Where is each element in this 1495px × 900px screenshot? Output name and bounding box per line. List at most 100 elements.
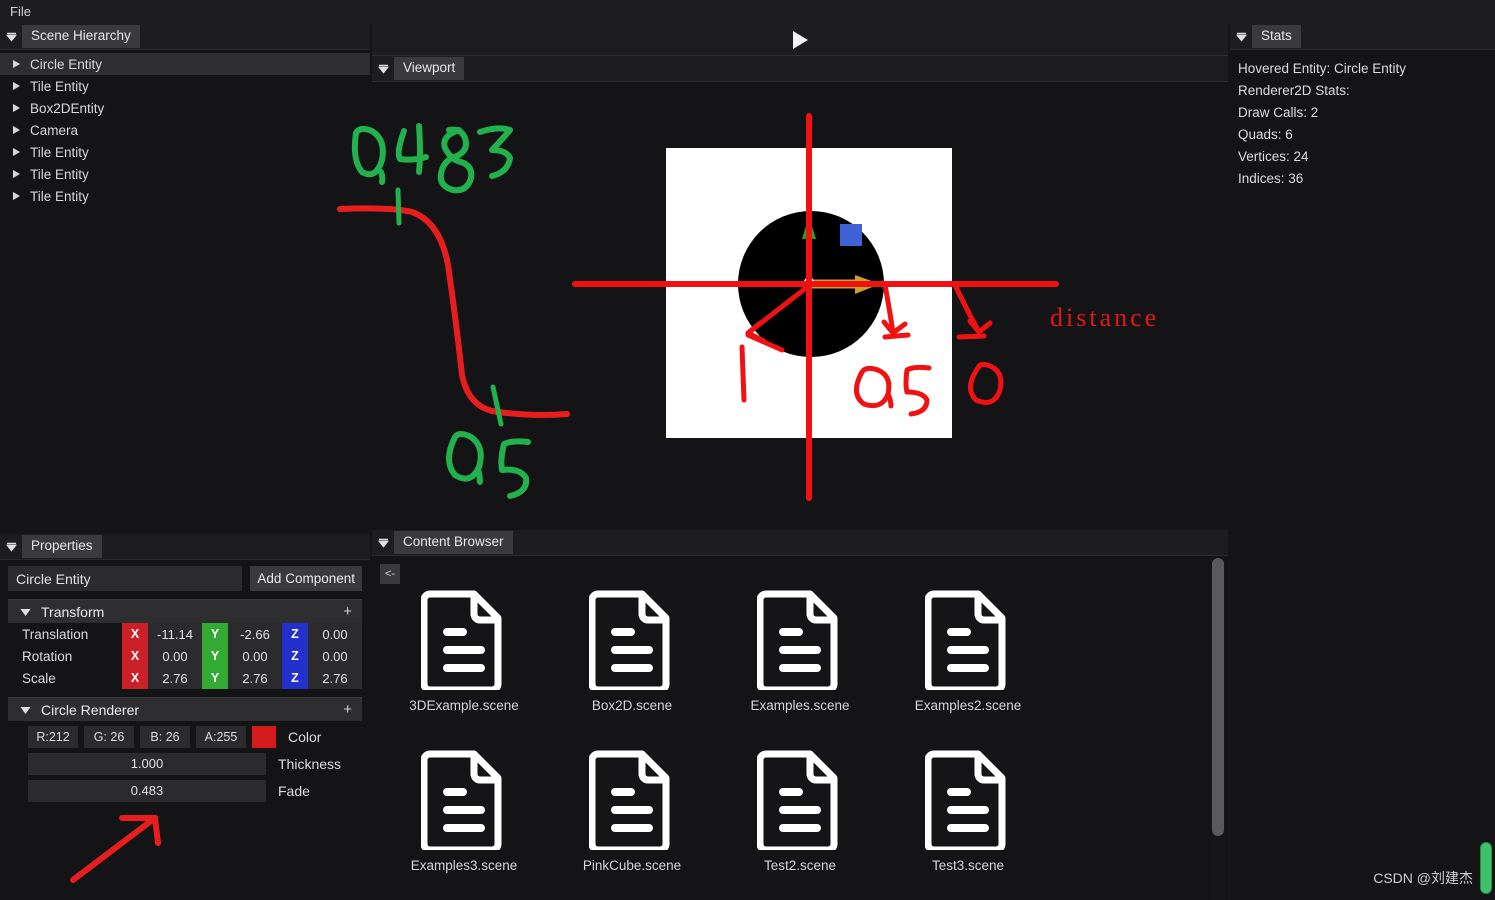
scale-z-value[interactable]: 2.76 xyxy=(308,667,362,689)
triangle-right-icon[interactable] xyxy=(12,125,28,135)
translation-z-value[interactable]: 0.00 xyxy=(308,623,362,645)
stats-header: Stats xyxy=(1230,24,1495,50)
properties-header: Properties xyxy=(0,534,370,560)
caret-down-icon[interactable] xyxy=(372,56,394,82)
scene-item-tile-entity-2[interactable]: Tile Entity xyxy=(0,141,370,163)
thickness-row: 1.000 Thickness xyxy=(8,748,362,775)
content-browser-item[interactable]: Examples.scene xyxy=(716,588,884,748)
triangle-down-icon[interactable] xyxy=(8,604,41,620)
triangle-right-icon[interactable] xyxy=(12,81,28,91)
annotation-distance-label: distance xyxy=(1050,303,1160,332)
content-browser-panel: Content Browser <- 3DExample.scene Box2D… xyxy=(372,530,1228,900)
menu-item-file[interactable]: File xyxy=(0,0,41,24)
stats-indices: Indices: 36 xyxy=(1238,171,1304,186)
scene-item-label: Circle Entity xyxy=(30,56,103,72)
gizmo-plane-handle[interactable] xyxy=(840,224,862,246)
caret-down-icon[interactable] xyxy=(0,534,22,560)
color-channel-b[interactable]: B: 26 xyxy=(140,726,190,748)
caret-down-icon[interactable] xyxy=(1230,24,1252,50)
translation-x-value[interactable]: -11.14 xyxy=(148,623,202,645)
transform-component-header[interactable]: Transform + xyxy=(8,599,362,623)
viewport-toolbar xyxy=(372,24,1228,56)
content-browser-item[interactable]: Test3.scene xyxy=(884,748,1052,900)
stats-quads: Quads: 6 xyxy=(1238,127,1293,142)
scene-hierarchy-list: Circle Entity Tile Entity Box2DEntity Ca… xyxy=(0,50,370,207)
entity-name-input[interactable] xyxy=(8,566,243,591)
scene-item-camera[interactable]: Camera xyxy=(0,119,370,141)
triangle-down-icon[interactable] xyxy=(8,702,41,718)
viewport-tab[interactable]: Viewport xyxy=(394,57,465,80)
triangle-right-icon[interactable] xyxy=(12,147,28,157)
transform-row-rotation: Rotation X 0.00 Y 0.00 Z 0.00 xyxy=(8,645,362,667)
stats-vertices: Vertices: 24 xyxy=(1238,149,1309,164)
color-swatch[interactable] xyxy=(252,726,276,748)
watermark-label: CSDN @刘建杰 xyxy=(1373,870,1473,886)
rotation-x-value[interactable]: 0.00 xyxy=(148,645,202,667)
scene-item-label: Tile Entity xyxy=(30,78,89,94)
stats-tab[interactable]: Stats xyxy=(1252,25,1301,48)
content-browser-item[interactable]: PinkCube.scene xyxy=(548,748,716,900)
scale-y-value[interactable]: 2.76 xyxy=(228,667,282,689)
transform-row-label: Rotation xyxy=(22,648,73,664)
color-label: Color xyxy=(288,729,322,745)
add-component-button[interactable]: Add Component xyxy=(250,566,362,591)
color-channel-g[interactable]: G: 26 xyxy=(84,726,134,748)
thickness-slider[interactable]: 1.000 xyxy=(28,753,266,775)
color-channel-a[interactable]: A:255 xyxy=(196,726,246,748)
axis-label-x: X xyxy=(122,667,148,689)
content-browser-item-label: PinkCube.scene xyxy=(582,858,682,873)
scene-item-label: Tile Entity xyxy=(30,188,89,204)
triangle-right-icon[interactable] xyxy=(12,191,28,201)
color-channel-r[interactable]: R:212 xyxy=(28,726,78,748)
transform-add-button[interactable]: + xyxy=(343,603,362,620)
scale-x-value[interactable]: 2.76 xyxy=(148,667,202,689)
triangle-right-icon[interactable] xyxy=(12,103,28,113)
properties-tab[interactable]: Properties xyxy=(22,535,102,558)
file-document-icon xyxy=(757,750,838,850)
scene-item-box2d-entity[interactable]: Box2DEntity xyxy=(0,97,370,119)
content-browser-item-label: Examples.scene xyxy=(750,698,850,713)
axis-label-x: X xyxy=(122,623,148,645)
page-scrollbar-thumb[interactable] xyxy=(1480,842,1492,894)
content-browser-tab[interactable]: Content Browser xyxy=(394,531,513,554)
file-document-icon xyxy=(925,590,1006,690)
fade-label: Fade xyxy=(278,783,310,799)
triangle-right-icon[interactable] xyxy=(12,169,28,179)
file-document-icon xyxy=(421,750,502,850)
axis-label-z: Z xyxy=(282,667,308,689)
scene-item-label: Tile Entity xyxy=(30,166,89,182)
scene-item-tile-entity-3[interactable]: Tile Entity xyxy=(0,163,370,185)
scene-hierarchy-tab[interactable]: Scene Hierarchy xyxy=(22,25,140,48)
play-triangle-icon[interactable] xyxy=(787,27,813,53)
caret-down-icon[interactable] xyxy=(372,530,394,556)
navigate-back-button[interactable]: <- xyxy=(380,564,400,584)
content-browser-item[interactable]: Examples3.scene xyxy=(380,748,548,900)
content-browser-item[interactable]: Box2D.scene xyxy=(548,588,716,748)
content-browser-item[interactable]: 3DExample.scene xyxy=(380,588,548,748)
content-browser-item[interactable]: Test2.scene xyxy=(716,748,884,900)
content-browser-item[interactable]: Examples2.scene xyxy=(884,588,1052,748)
scene-item-tile-entity-4[interactable]: Tile Entity xyxy=(0,185,370,207)
content-browser-item-label: Test2.scene xyxy=(763,858,837,873)
content-browser-item-label: Examples3.scene xyxy=(410,858,518,873)
transform-body: Translation X -11.14 Y -2.66 Z 0.00 Rota… xyxy=(0,623,370,689)
viewport-header: Viewport xyxy=(372,56,1228,82)
menu-bar: File xyxy=(0,0,1495,24)
circle-renderer-component-header[interactable]: Circle Renderer + xyxy=(8,697,362,721)
circle-renderer-add-button[interactable]: + xyxy=(343,701,362,718)
content-browser-item-label: Box2D.scene xyxy=(591,698,673,713)
content-browser-item-label: Test3.scene xyxy=(931,858,1005,873)
fade-slider[interactable]: 0.483 xyxy=(28,780,266,802)
translation-y-value[interactable]: -2.66 xyxy=(228,623,282,645)
file-document-icon xyxy=(925,750,1006,850)
content-browser-scrollbar-thumb[interactable] xyxy=(1212,558,1224,836)
content-browser-item-label: 3DExample.scene xyxy=(409,698,519,713)
triangle-right-icon[interactable] xyxy=(12,59,28,69)
circle-entity-render[interactable] xyxy=(738,211,884,357)
scene-item-tile-entity-1[interactable]: Tile Entity xyxy=(0,75,370,97)
rotation-z-value[interactable]: 0.00 xyxy=(308,645,362,667)
scene-item-circle-entity[interactable]: Circle Entity xyxy=(0,53,370,75)
viewport-panel: Viewport xyxy=(372,56,1228,528)
caret-down-icon[interactable] xyxy=(0,24,22,50)
rotation-y-value[interactable]: 0.00 xyxy=(228,645,282,667)
